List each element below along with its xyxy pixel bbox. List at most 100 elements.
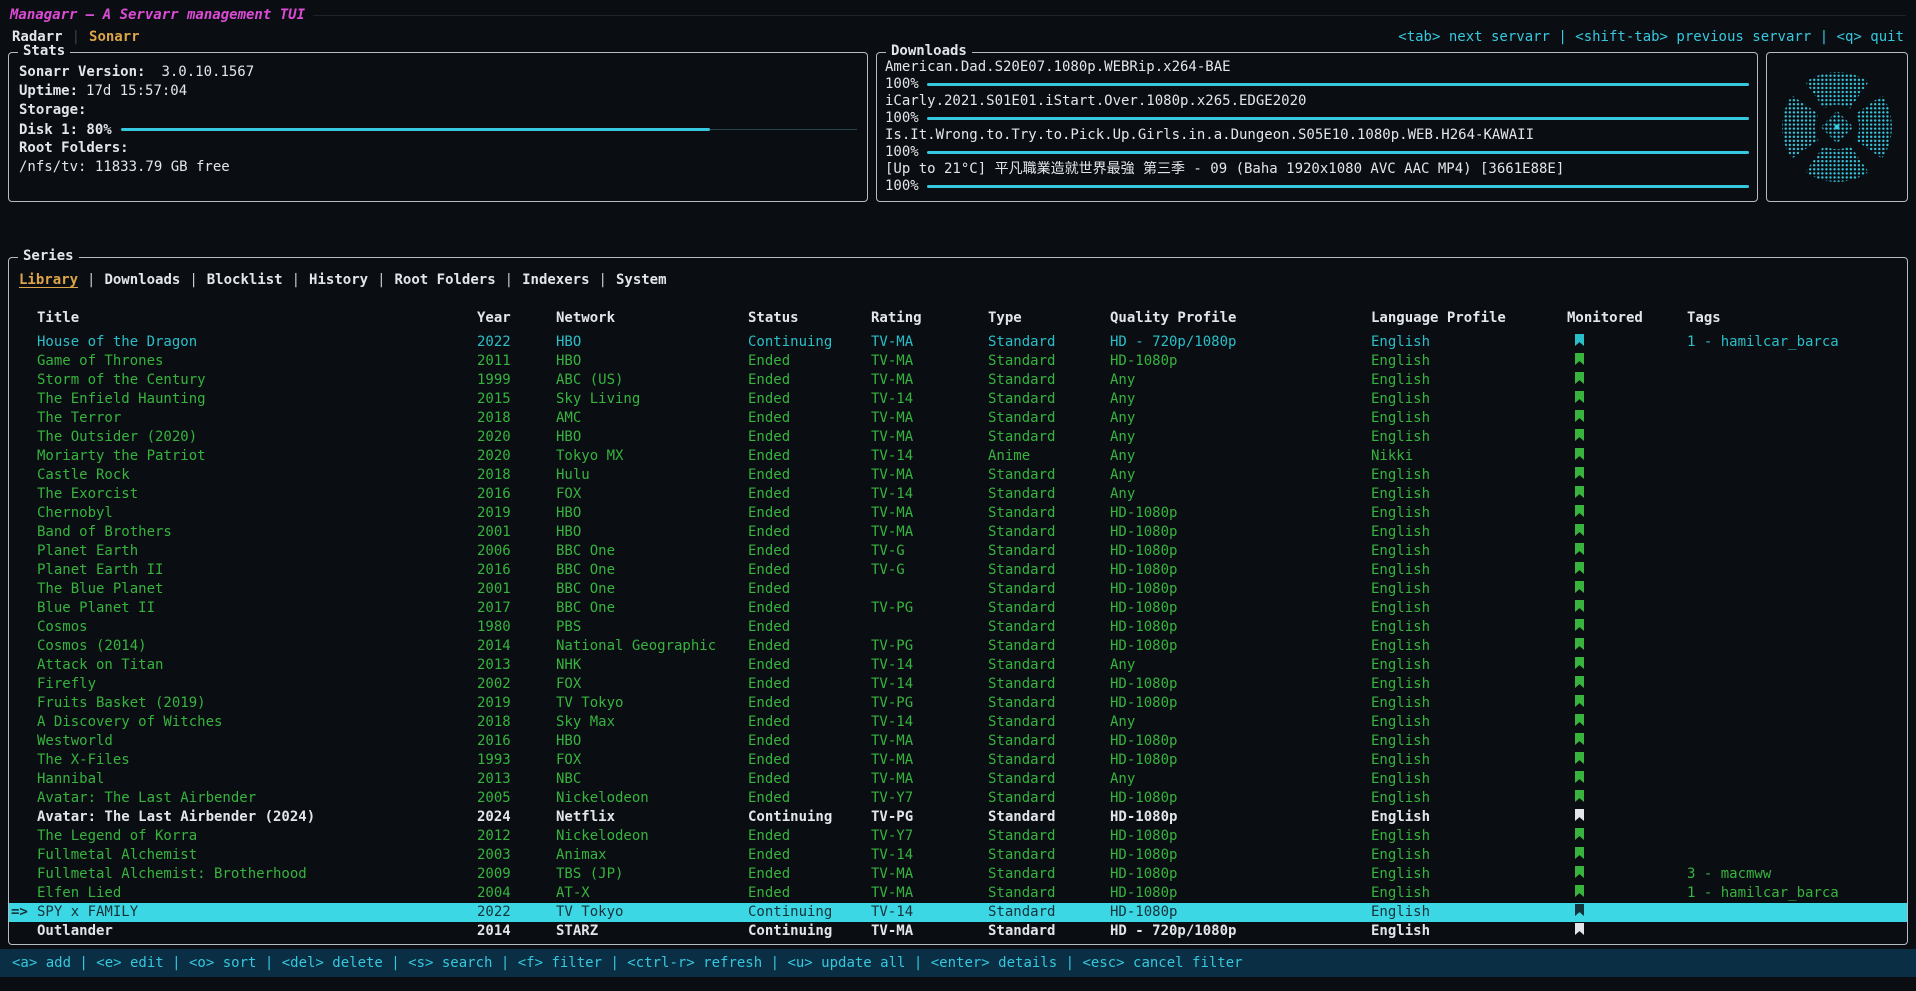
progress-bar-fill bbox=[927, 185, 1749, 188]
table-row[interactable]: Cosmos (2014)2014National GeographicEnde… bbox=[9, 637, 1907, 656]
table-row[interactable]: Planet Earth II2016BBC OneEndedTV-GStand… bbox=[9, 561, 1907, 580]
cell-status: Ended bbox=[748, 618, 871, 637]
series-tab-downloads[interactable]: Downloads bbox=[104, 271, 180, 290]
table-row[interactable]: The Terror2018AMCEndedTV-MAStandardAnyEn… bbox=[9, 409, 1907, 428]
table-row[interactable]: A Discovery of Witches2018Sky MaxEndedTV… bbox=[9, 713, 1907, 732]
series-tab-indexers[interactable]: Indexers bbox=[522, 271, 589, 290]
table-row[interactable]: Game of Thrones2011HBOEndedTV-MAStandard… bbox=[9, 352, 1907, 371]
cell-language: English bbox=[1371, 428, 1567, 447]
table-row[interactable]: Avatar: The Last Airbender2005Nickelodeo… bbox=[9, 789, 1907, 808]
table-row[interactable]: Attack on Titan2013NHKEndedTV-14Standard… bbox=[9, 656, 1907, 675]
cell-title: Firefly bbox=[37, 675, 477, 694]
stats-panel-title: Stats bbox=[18, 43, 70, 59]
cell-year: 2009 bbox=[477, 865, 556, 884]
series-tab-separator: | bbox=[189, 271, 197, 290]
table-row[interactable]: Outlander2014STARZContinuingTV-MAStandar… bbox=[9, 922, 1907, 941]
series-tab-system[interactable]: System bbox=[616, 271, 667, 290]
download-percent: 100% bbox=[885, 76, 919, 93]
cell-language: English bbox=[1371, 846, 1567, 865]
bookmark-icon bbox=[1575, 771, 1584, 783]
cell-status: Ended bbox=[748, 713, 871, 732]
table-row[interactable]: Hannibal2013NBCEndedTV-MAStandardAnyEngl… bbox=[9, 770, 1907, 789]
cell-rating: TV-14 bbox=[871, 447, 988, 466]
cell-language: English bbox=[1371, 504, 1567, 523]
tab-sonarr[interactable]: Sonarr bbox=[89, 29, 140, 45]
table-row[interactable]: House of the Dragon2022HBOContinuingTV-M… bbox=[9, 333, 1907, 352]
table-row[interactable]: Fullmetal Alchemist2003AnimaxEndedTV-14S… bbox=[9, 846, 1907, 865]
cell-network: BBC One bbox=[556, 542, 748, 561]
table-row[interactable]: Firefly2002FOXEndedTV-14StandardHD-1080p… bbox=[9, 675, 1907, 694]
cell-language: English bbox=[1371, 561, 1567, 580]
cell-network: AMC bbox=[556, 409, 748, 428]
cell-language: English bbox=[1371, 352, 1567, 371]
downloads-panel-title: Downloads bbox=[886, 43, 972, 59]
cell-monitored bbox=[1567, 827, 1687, 846]
table-row[interactable]: The X-Files1993FOXEndedTV-MAStandardHD-1… bbox=[9, 751, 1907, 770]
cell-rating: TV-G bbox=[871, 561, 988, 580]
cell-type: Standard bbox=[988, 770, 1110, 789]
bookmark-icon bbox=[1575, 334, 1584, 346]
bookmark-icon bbox=[1575, 923, 1584, 935]
cell-network: STARZ bbox=[556, 922, 748, 941]
cell-network: FOX bbox=[556, 485, 748, 504]
download-progress: 100% bbox=[885, 178, 1749, 195]
cell-title: Hannibal bbox=[37, 770, 477, 789]
cell-title: The Legend of Korra bbox=[37, 827, 477, 846]
cell-status: Ended bbox=[748, 371, 871, 390]
bookmark-icon bbox=[1575, 372, 1584, 384]
table-row[interactable]: The Legend of Korra2012NickelodeonEndedT… bbox=[9, 827, 1907, 846]
series-tab-blocklist[interactable]: Blocklist bbox=[207, 271, 283, 290]
header-cell-quality-profile: Quality Profile bbox=[1110, 309, 1371, 328]
title-bar: Managarr — A Servarr management TUI bbox=[0, 4, 1916, 26]
cell-status: Continuing bbox=[748, 903, 871, 922]
download-name: Is.It.Wrong.to.Try.to.Pick.Up.Girls.in.a… bbox=[885, 127, 1749, 144]
table-row[interactable]: The Blue Planet2001BBC OneEndedStandardH… bbox=[9, 580, 1907, 599]
cell-monitored bbox=[1567, 865, 1687, 884]
cell-year: 2003 bbox=[477, 846, 556, 865]
cell-year: 2014 bbox=[477, 922, 556, 941]
cell-year: 2016 bbox=[477, 561, 556, 580]
series-tab-root-folders[interactable]: Root Folders bbox=[395, 271, 496, 290]
table-row[interactable]: Fullmetal Alchemist: Brotherhood2009TBS … bbox=[9, 865, 1907, 884]
table-row[interactable]: =>SPY x FAMILY2022TV TokyoContinuingTV-1… bbox=[9, 903, 1907, 922]
table-row[interactable]: Fruits Basket (2019)2019TV TokyoEndedTV-… bbox=[9, 694, 1907, 713]
stat-root-folder-value: /nfs/tv: 11833.79 GB free bbox=[19, 158, 857, 177]
cell-network: National Geographic bbox=[556, 637, 748, 656]
series-tab-library[interactable]: Library bbox=[19, 271, 78, 290]
table-row[interactable]: Elfen Lied2004AT-XEndedTV-MAStandardHD-1… bbox=[9, 884, 1907, 903]
table-row[interactable]: Blue Planet II2017BBC OneEndedTV-PGStand… bbox=[9, 599, 1907, 618]
cell-language: English bbox=[1371, 523, 1567, 542]
cell-rating: TV-MA bbox=[871, 732, 988, 751]
table-row[interactable]: Avatar: The Last Airbender (2024)2024Net… bbox=[9, 808, 1907, 827]
cell-monitored bbox=[1567, 523, 1687, 542]
cell-quality: HD-1080p bbox=[1110, 865, 1371, 884]
cell-type: Standard bbox=[988, 466, 1110, 485]
cell-network: BBC One bbox=[556, 561, 748, 580]
table-row[interactable]: Cosmos1980PBSEndedStandardHD-1080pEnglis… bbox=[9, 618, 1907, 637]
cell-status: Ended bbox=[748, 789, 871, 808]
cell-year: 2006 bbox=[477, 542, 556, 561]
table-row[interactable]: Westworld2016HBOEndedTV-MAStandardHD-108… bbox=[9, 732, 1907, 751]
bookmark-icon bbox=[1575, 353, 1584, 365]
cell-status: Ended bbox=[748, 504, 871, 523]
table-row[interactable]: The Enfield Haunting2015Sky LivingEndedT… bbox=[9, 390, 1907, 409]
table-row[interactable]: Moriarty the Patriot2020Tokyo MXEndedTV-… bbox=[9, 447, 1907, 466]
cell-title: Elfen Lied bbox=[37, 884, 477, 903]
header-cell-network: Network bbox=[556, 309, 748, 328]
cell-title: Storm of the Century bbox=[37, 371, 477, 390]
cell-network: Nickelodeon bbox=[556, 827, 748, 846]
table-row[interactable]: Castle Rock2018HuluEndedTV-MAStandardAny… bbox=[9, 466, 1907, 485]
cell-network: Nickelodeon bbox=[556, 789, 748, 808]
table-row[interactable]: Planet Earth2006BBC OneEndedTV-GStandard… bbox=[9, 542, 1907, 561]
table-row[interactable]: The Exorcist2016FOXEndedTV-14StandardAny… bbox=[9, 485, 1907, 504]
cell-title: The Terror bbox=[37, 409, 477, 428]
table-row[interactable]: Storm of the Century1999ABC (US)EndedTV-… bbox=[9, 371, 1907, 390]
cell-monitored bbox=[1567, 656, 1687, 675]
table-row[interactable]: The Outsider (2020)2020HBOEndedTV-MAStan… bbox=[9, 428, 1907, 447]
series-tab-history[interactable]: History bbox=[309, 271, 368, 290]
table-row[interactable]: Chernobyl2019HBOEndedTV-MAStandardHD-108… bbox=[9, 504, 1907, 523]
table-row[interactable]: Band of Brothers2001HBOEndedTV-MAStandar… bbox=[9, 523, 1907, 542]
cell-type: Standard bbox=[988, 390, 1110, 409]
cell-title: SPY x FAMILY bbox=[37, 903, 477, 922]
cell-type: Standard bbox=[988, 409, 1110, 428]
